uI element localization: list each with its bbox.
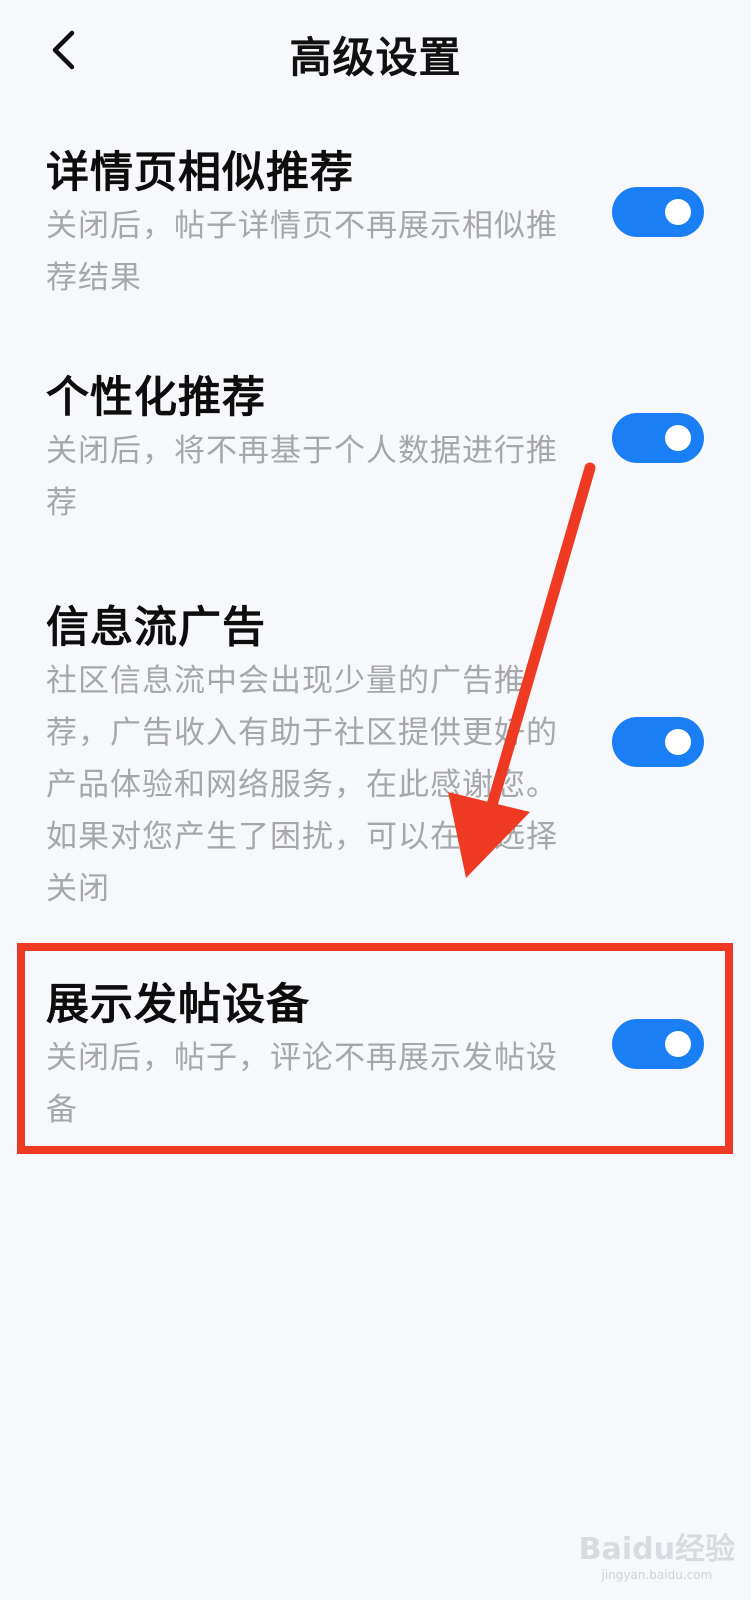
feed-ads-toggle[interactable]: [612, 717, 704, 767]
page-title: 高级设置: [289, 33, 462, 82]
setting-title: 详情页相似推荐: [46, 148, 354, 198]
toggle-knob: [665, 425, 691, 451]
annotation-highlight-box: [17, 943, 733, 1154]
advanced-settings-screen: 高级设置 详情页相似推荐 关闭后，帖子详情页不再展示相似推荐结果 个性化推荐 关…: [0, 0, 751, 1600]
toggle-knob: [665, 729, 691, 755]
similar-recommend-toggle[interactable]: [612, 187, 704, 237]
nav-bar: 高级设置: [0, 0, 751, 105]
setting-description: 社区信息流中会出现少量的广告推荐，广告收入有助于社区提供更好的产品体验和网络服务…: [46, 663, 558, 907]
watermark-text: Baidu经验: [578, 1532, 735, 1567]
setting-feed-ads: 信息流广告 社区信息流中会出现少量的广告推荐，广告收入有助于社区提供更好的产品体…: [0, 583, 751, 907]
personalized-recommend-toggle[interactable]: [612, 413, 704, 463]
setting-description: 关闭后，帖子详情页不再展示相似推荐结果: [46, 208, 558, 296]
setting-title: 信息流广告: [46, 603, 266, 653]
setting-personalized-recommend: 个性化推荐 关闭后，将不再基于个人数据进行推荐: [0, 357, 751, 537]
setting-title: 个性化推荐: [46, 373, 266, 423]
toggle-knob: [665, 199, 691, 225]
setting-similar-recommend: 详情页相似推荐 关闭后，帖子详情页不再展示相似推荐结果: [0, 130, 751, 310]
setting-description: 关闭后，将不再基于个人数据进行推荐: [46, 433, 558, 521]
watermark-url: jingyan.baidu.com: [601, 1568, 713, 1582]
watermark: Baidu经验 jingyan.baidu.com: [579, 1524, 735, 1582]
